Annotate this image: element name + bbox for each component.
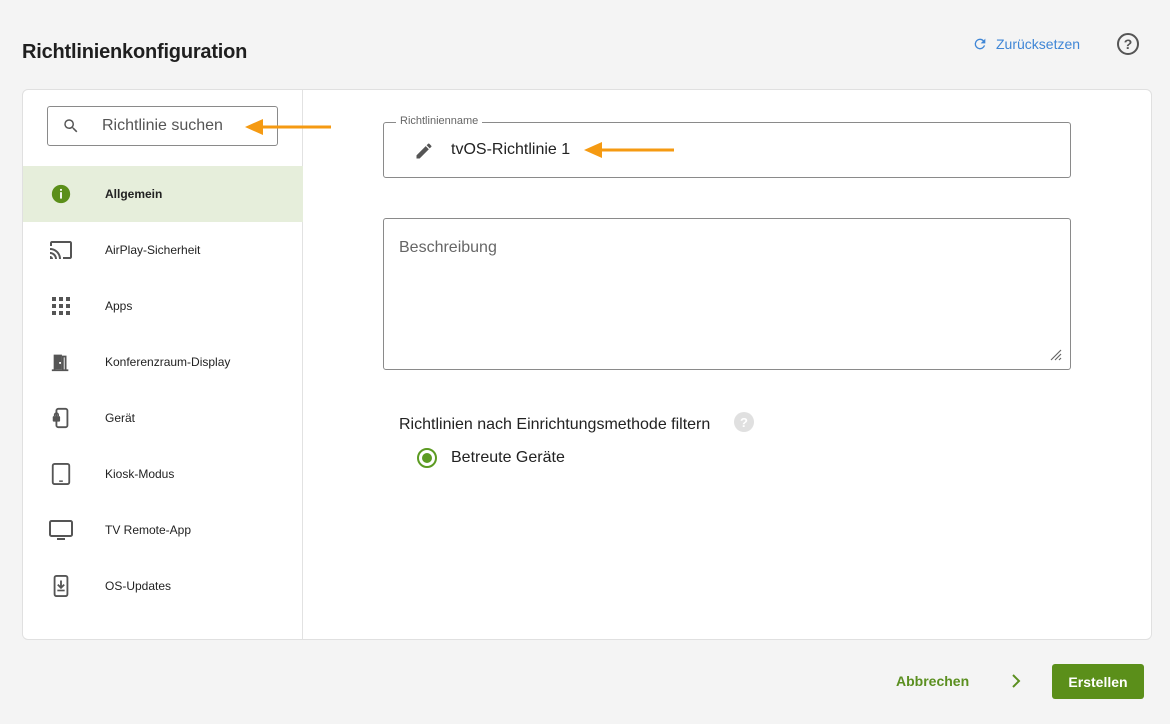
policy-name-value[interactable]: tvOS-Richtlinie 1 bbox=[451, 141, 570, 159]
sidebar-item-tv-remote[interactable]: TV Remote-App bbox=[23, 502, 303, 558]
sidebar-item-label: Allgemein bbox=[105, 187, 163, 201]
sidebar-item-label: Konferenzraum-Display bbox=[105, 355, 231, 369]
policy-name-label: Richtlinienname bbox=[396, 115, 483, 127]
sidebar-item-label: TV Remote-App bbox=[105, 523, 192, 537]
system-update-icon bbox=[49, 574, 73, 598]
apps-grid-icon bbox=[49, 294, 73, 318]
sidebar-item-label: Gerät bbox=[105, 411, 136, 425]
sidebar-item-konferenzraum[interactable]: Konferenzraum-Display bbox=[23, 334, 303, 390]
policy-name-field[interactable]: Richtlinienname tvOS-Richtlinie 1 bbox=[383, 115, 1071, 178]
sidebar-item-os-updates[interactable]: OS-Updates bbox=[23, 558, 303, 614]
filter-label: Richtlinien nach Einrichtungsmethode fil… bbox=[399, 416, 711, 433]
device-lock-icon bbox=[49, 406, 73, 430]
page-title: Richtlinienkonfiguration bbox=[22, 41, 248, 63]
sidebar-item-label: Apps bbox=[105, 299, 133, 313]
description-placeholder: Beschreibung bbox=[399, 239, 497, 256]
sidebar-item-label: Kiosk-Modus bbox=[105, 467, 175, 481]
policy-panel: Allgemein AirPlay-Sicherheit Apps Konfer… bbox=[22, 89, 1152, 640]
sidebar-item-label: OS-Updates bbox=[105, 579, 172, 593]
tablet-icon bbox=[49, 462, 73, 486]
cancel-button[interactable]: Abbrechen bbox=[896, 673, 969, 689]
reset-button[interactable]: Zurücksetzen bbox=[972, 34, 1080, 54]
reset-label: Zurücksetzen bbox=[996, 36, 1081, 52]
sidebar: Allgemein AirPlay-Sicherheit Apps Konfer… bbox=[23, 90, 303, 639]
search-field[interactable] bbox=[47, 106, 278, 146]
refresh-icon bbox=[974, 38, 986, 50]
resize-handle-icon[interactable] bbox=[1046, 345, 1062, 361]
annotation-arrow-search bbox=[245, 119, 331, 135]
radio-selected-icon[interactable] bbox=[417, 448, 437, 468]
description-field[interactable]: Beschreibung bbox=[383, 218, 1071, 370]
chevron-right-icon bbox=[1012, 674, 1021, 688]
cast-icon bbox=[49, 238, 73, 262]
sidebar-item-label: AirPlay-Sicherheit bbox=[105, 243, 201, 257]
pencil-icon bbox=[416, 143, 432, 159]
sidebar-item-apps[interactable]: Apps bbox=[23, 278, 303, 334]
filter-help-icon[interactable]: ? bbox=[734, 412, 754, 432]
sidebar-item-allgemein[interactable]: Allgemein bbox=[23, 166, 303, 222]
radio-betreute-geraete[interactable]: Betreute Geräte bbox=[417, 448, 565, 468]
sidebar-nav: Allgemein AirPlay-Sicherheit Apps Konfer… bbox=[23, 166, 303, 614]
radio-label: Betreute Geräte bbox=[451, 449, 565, 466]
door-icon bbox=[49, 350, 73, 374]
search-icon bbox=[64, 119, 78, 133]
help-icon[interactable]: ? bbox=[1117, 33, 1139, 55]
sidebar-item-airplay[interactable]: AirPlay-Sicherheit bbox=[23, 222, 303, 278]
annotation-arrow-name bbox=[584, 142, 674, 158]
sidebar-item-kiosk[interactable]: Kiosk-Modus bbox=[23, 446, 303, 502]
info-icon bbox=[49, 182, 73, 206]
sidebar-item-geraet[interactable]: Gerät bbox=[23, 390, 303, 446]
monitor-icon bbox=[49, 518, 73, 542]
create-button[interactable]: Erstellen bbox=[1052, 664, 1144, 699]
